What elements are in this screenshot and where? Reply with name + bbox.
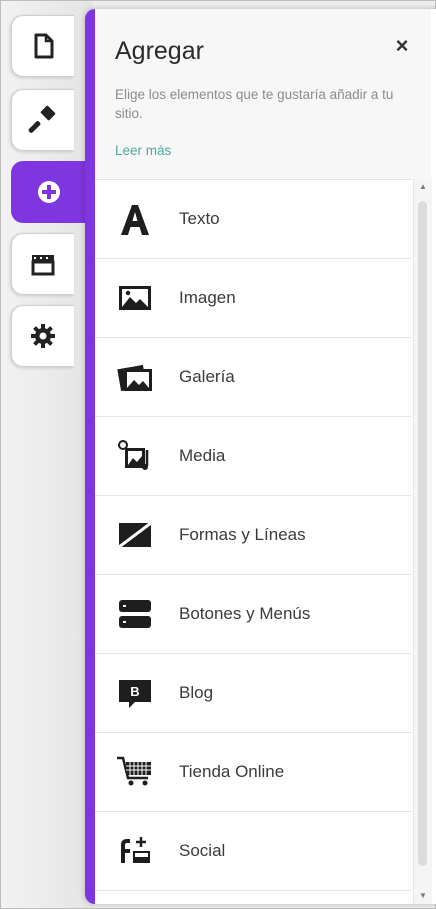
panel-header: Agregar × Elige los elementos que te gus… — [95, 9, 431, 179]
add-panel: Agregar × Elige los elementos que te gus… — [85, 9, 436, 904]
social-icon — [113, 829, 157, 873]
buttons-menus-icon — [113, 592, 157, 636]
blog-icon: B — [113, 671, 157, 715]
tab-design[interactable] — [11, 89, 74, 151]
list-item-blog[interactable]: B Blog — [95, 654, 411, 733]
panel-title: Agregar — [115, 37, 204, 65]
close-icon[interactable]: × — [391, 35, 413, 57]
scroll-up-arrow-icon[interactable]: ▲ — [414, 179, 432, 195]
media-icon — [113, 434, 157, 478]
tab-store[interactable] — [11, 233, 74, 295]
list-item-tienda[interactable]: Tienda Online — [95, 733, 411, 812]
list-item-formas[interactable]: Formas y Líneas — [95, 496, 411, 575]
store-icon — [31, 255, 55, 276]
list-item-label: Tienda Online — [179, 762, 285, 781]
list-item-social[interactable]: Social — [95, 812, 411, 891]
cart-icon — [113, 750, 157, 794]
list-item-imagen[interactable]: Imagen — [95, 259, 411, 338]
page-icon — [34, 33, 54, 59]
image-icon — [113, 276, 157, 320]
left-rail — [1, 1, 93, 908]
element-list: Texto Imagen Galería Media Formas y Líne… — [95, 179, 411, 904]
list-item-label: Galería — [179, 367, 235, 386]
list-item-label: Blog — [179, 683, 214, 702]
gallery-icon — [113, 355, 157, 399]
list-item-label: Texto — [179, 209, 220, 228]
panel-description: Elige los elementos que te gustaría añad… — [115, 87, 394, 121]
scroll-down-arrow-icon[interactable]: ▼ — [414, 888, 432, 904]
list-item-label: Botones y Menús — [179, 604, 311, 623]
list-item-label: Media — [179, 446, 226, 465]
svg-text:B: B — [130, 684, 139, 699]
scrollbar[interactable]: ▲ ▼ — [413, 179, 432, 904]
text-icon — [113, 197, 157, 241]
app-frame: Agregar × Elige los elementos que te gus… — [0, 0, 436, 909]
learn-more-link[interactable]: Leer más — [115, 143, 171, 158]
list-item-label: Social — [179, 841, 226, 860]
paint-brush-icon — [28, 105, 56, 133]
gear-icon — [31, 324, 55, 348]
list-item-galeria[interactable]: Galería — [95, 338, 411, 417]
tab-pages[interactable] — [11, 15, 74, 77]
tab-add[interactable] — [11, 161, 86, 223]
shapes-icon — [113, 513, 157, 557]
tab-settings[interactable] — [11, 305, 74, 367]
list-item-media[interactable]: Media — [95, 417, 411, 496]
list-item-label: Imagen — [179, 288, 236, 307]
scrollbar-thumb[interactable] — [418, 201, 427, 866]
list-item-botones[interactable]: Botones y Menús — [95, 575, 411, 654]
list-item-texto[interactable]: Texto — [95, 180, 411, 259]
list-item-label: Formas y Líneas — [179, 525, 306, 544]
add-circle-icon — [38, 181, 60, 203]
